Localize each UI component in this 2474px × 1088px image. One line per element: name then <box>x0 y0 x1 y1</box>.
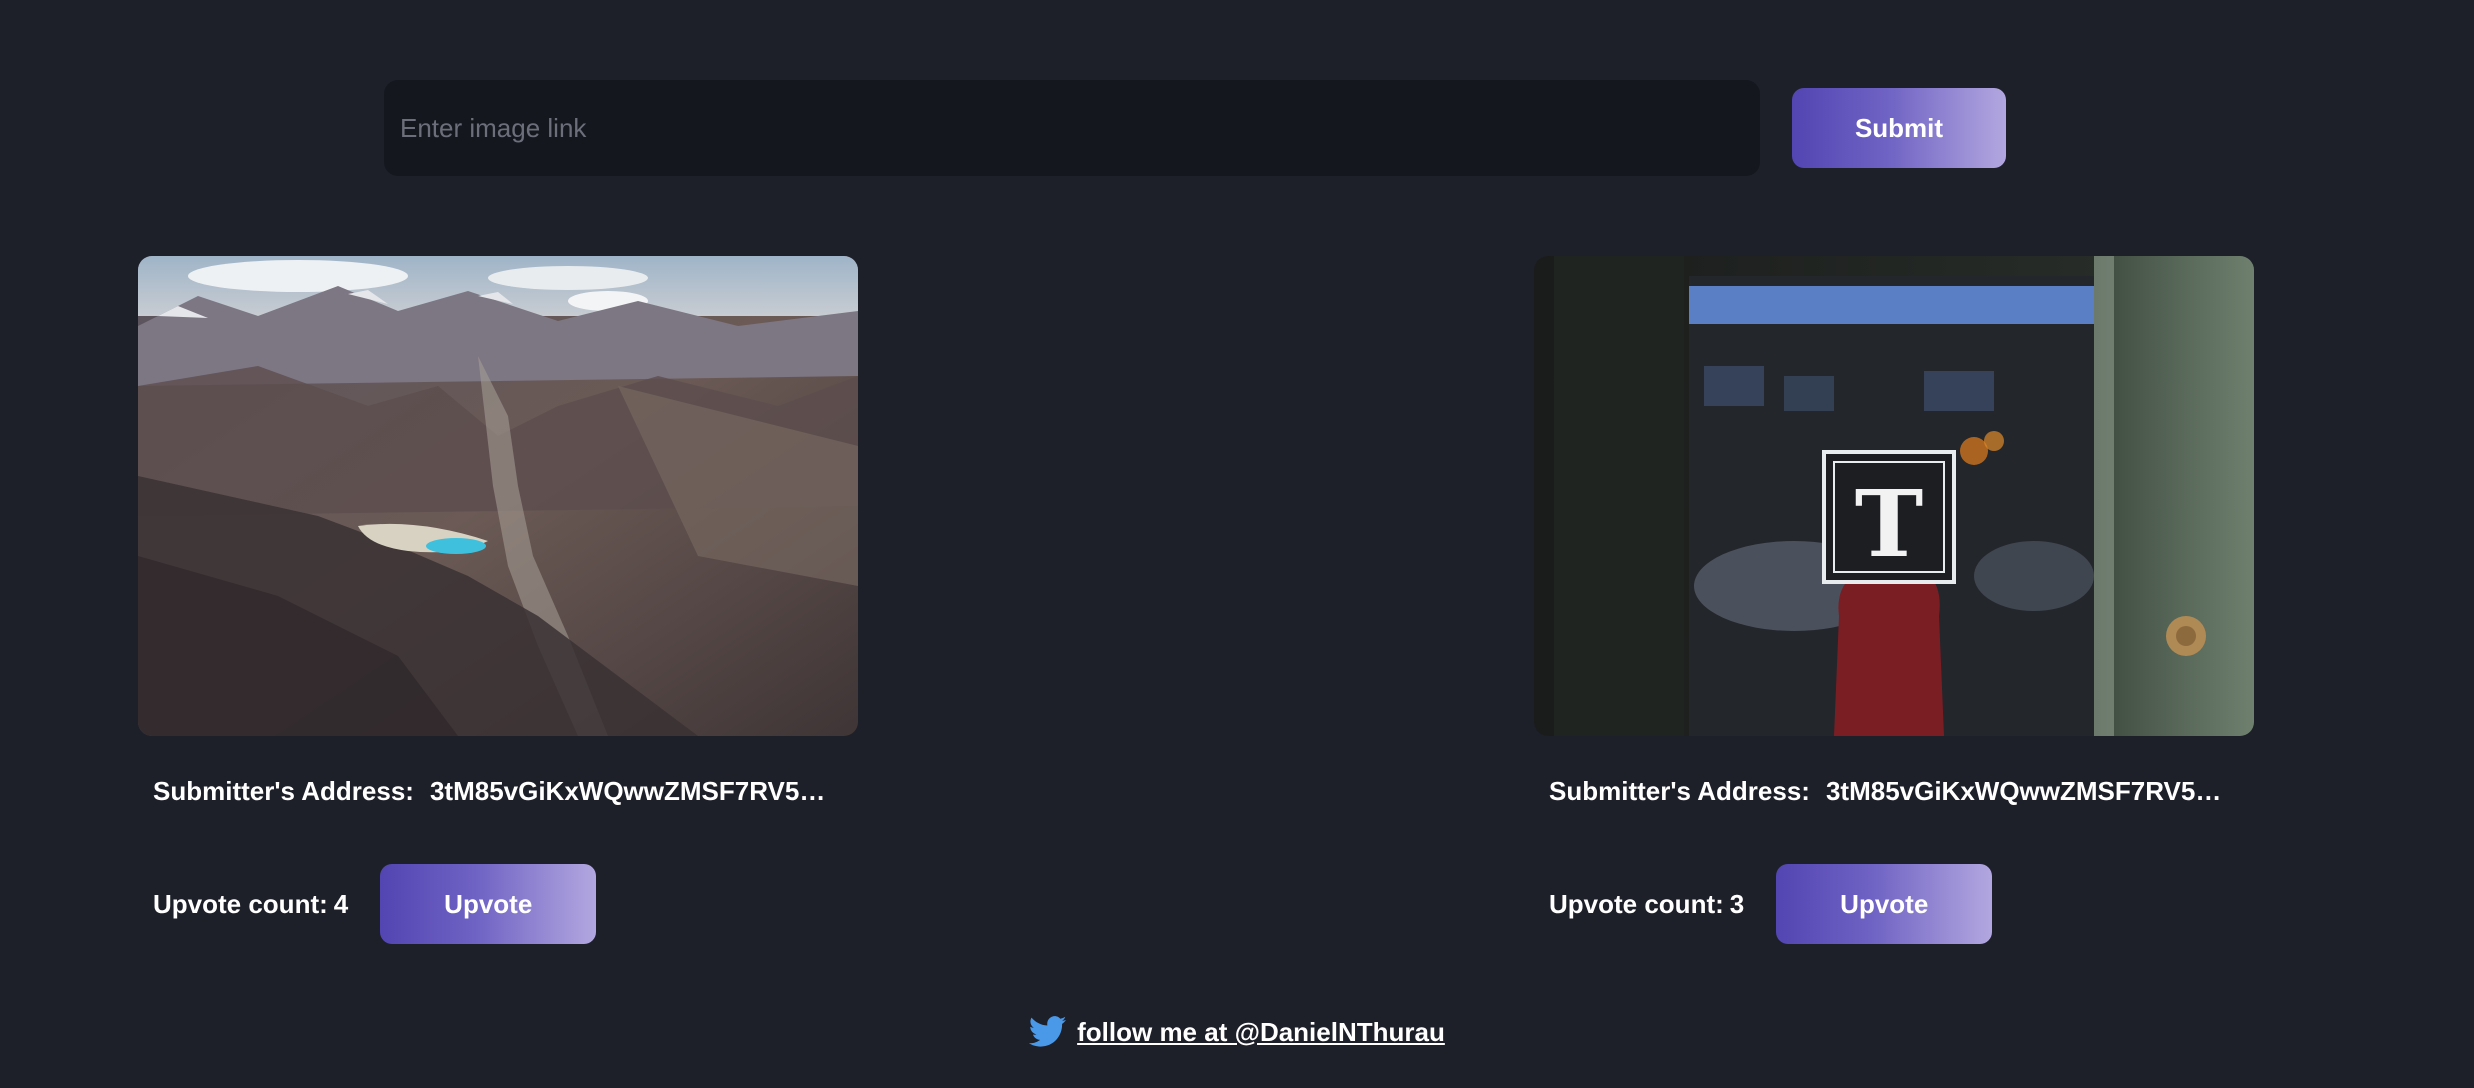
address-label: Submitter's Address: <box>1549 776 1810 806</box>
follow-twitter-link[interactable]: follow me at @DanielNThurau <box>1077 1017 1445 1048</box>
image-card: Submitter's Address: 3tM85vGiKxWQwwZMSF7… <box>138 256 858 944</box>
twitter-bird-icon <box>1029 1016 1067 1047</box>
storefront-photo: T <box>1534 256 2254 736</box>
svg-text:T: T <box>1855 470 1923 578</box>
upvote-count: 4 <box>333 888 349 919</box>
image-card: T Submitter's Address: 3tM85vGiKxWQwwZMS… <box>1534 256 2254 944</box>
upvote-row: Upvote count: 4 Upvote <box>153 864 597 944</box>
submit-button[interactable]: Submit <box>1792 88 2006 168</box>
footer: follow me at @DanielNThurau <box>0 1016 2474 1048</box>
image-link-input[interactable] <box>384 80 1760 176</box>
submitter-address-row: Submitter's Address: 3tM85vGiKxWQwwZMSF7… <box>1549 776 2249 807</box>
upvote-count-label: Upvote count: <box>1549 888 1724 919</box>
upvote-button[interactable]: Upvote <box>1776 864 1993 944</box>
mountain-photo <box>138 256 858 736</box>
upvote-button[interactable]: Upvote <box>380 864 597 944</box>
upvote-count: 3 <box>1729 888 1745 919</box>
page: Submit <box>0 0 2474 1088</box>
submitter-address-row: Submitter's Address: 3tM85vGiKxWQwwZMSF7… <box>153 776 853 807</box>
address-label: Submitter's Address: <box>153 776 414 806</box>
upvote-row: Upvote count: 3 Upvote <box>1549 864 1993 944</box>
upvote-count-label: Upvote count: <box>153 888 328 919</box>
address-value: 3tM85vGiKxWQwwZMSF7RV5b… <box>429 776 840 806</box>
address-value: 3tM85vGiKxWQwwZMSF7RV5b… <box>1825 776 2236 806</box>
